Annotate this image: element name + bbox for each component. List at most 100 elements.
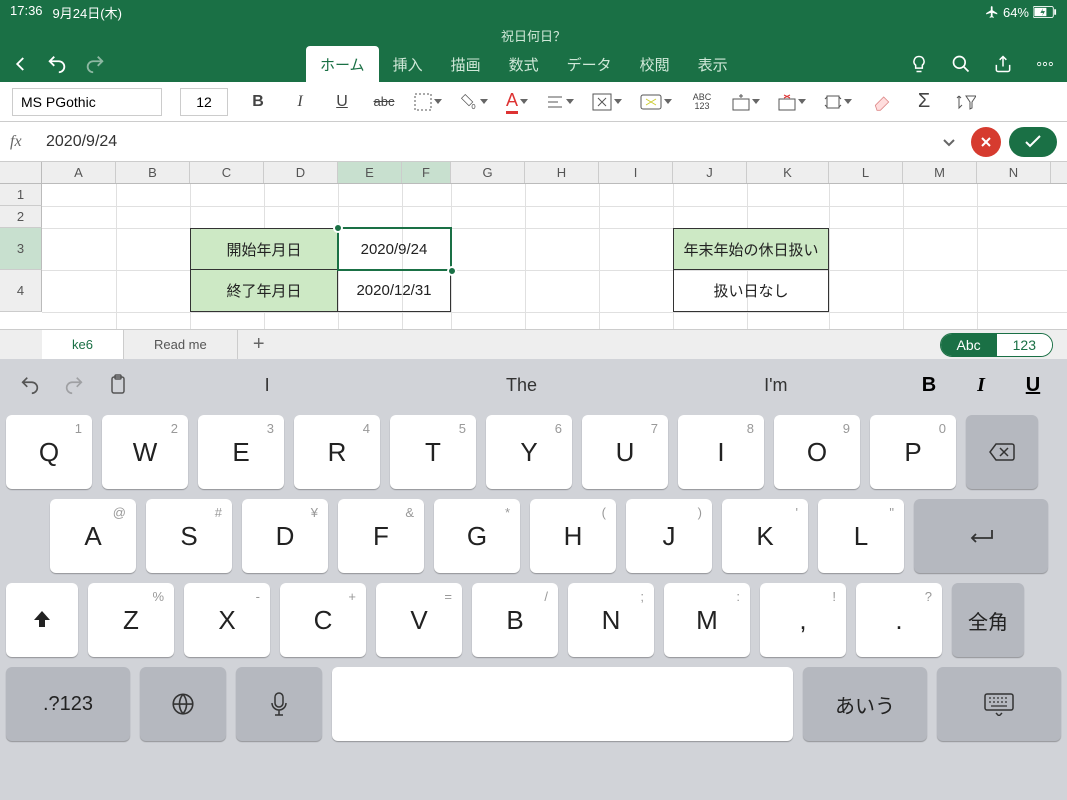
key-dismiss-keyboard[interactable] <box>937 667 1061 741</box>
key-shift[interactable] <box>6 583 78 657</box>
key-g[interactable]: *G <box>434 499 520 573</box>
suggestion-3[interactable]: I'm <box>655 375 897 396</box>
tab-home[interactable]: ホーム <box>306 46 379 83</box>
key-a[interactable]: @A <box>50 499 136 573</box>
key-space[interactable] <box>332 667 793 741</box>
key-mic[interactable] <box>236 667 322 741</box>
font-size-input[interactable]: 12 <box>180 88 228 116</box>
key-n[interactable]: ;N <box>568 583 654 657</box>
cell-c4[interactable]: 終了年月日 <box>190 270 338 312</box>
font-color-button[interactable]: A <box>506 90 528 114</box>
cell-j3[interactable]: 年末年始の休日扱い <box>673 228 829 270</box>
formula-input[interactable] <box>46 127 933 157</box>
font-name-input[interactable]: MS PGothic <box>12 88 162 116</box>
key-numsym[interactable]: .?123 <box>6 667 130 741</box>
key-r[interactable]: 4R <box>294 415 380 489</box>
key-h[interactable]: (H <box>530 499 616 573</box>
key-u[interactable]: 7U <box>582 415 668 489</box>
tab-draw[interactable]: 描画 <box>437 46 495 83</box>
row-header-1[interactable]: 1 <box>0 184 42 206</box>
key-l[interactable]: "L <box>818 499 904 573</box>
key-zenkaku[interactable]: 全角 <box>952 583 1024 657</box>
suggestion-1[interactable]: I <box>146 375 388 396</box>
strikethrough-button[interactable]: abc <box>372 90 396 114</box>
bold-button[interactable]: B <box>246 90 270 114</box>
back-icon[interactable] <box>12 55 30 73</box>
fill-color-button[interactable] <box>460 93 488 111</box>
share-icon[interactable] <box>993 54 1013 74</box>
more-icon[interactable] <box>1035 54 1055 74</box>
border-button[interactable] <box>414 93 442 111</box>
sheet-tab-ke6[interactable]: ke6 <box>42 330 124 359</box>
autosum-button[interactable]: Σ <box>912 90 936 114</box>
key-,[interactable]: !, <box>760 583 846 657</box>
search-icon[interactable] <box>951 54 971 74</box>
key-c[interactable]: +C <box>280 583 366 657</box>
key-e[interactable]: 3E <box>198 415 284 489</box>
key-m[interactable]: :M <box>664 583 750 657</box>
kb-undo-icon[interactable] <box>14 369 46 401</box>
col-header-b[interactable]: B <box>116 162 190 183</box>
italic-button[interactable]: I <box>288 90 312 114</box>
cell-e3[interactable]: 2020/9/24 <box>338 228 451 270</box>
key-b[interactable]: /B <box>472 583 558 657</box>
col-header-m[interactable]: M <box>903 162 977 183</box>
formula-confirm-button[interactable] <box>1009 127 1057 157</box>
key-j[interactable]: )J <box>626 499 712 573</box>
kb-italic[interactable]: I <box>961 374 1001 397</box>
key-backspace[interactable] <box>966 415 1038 489</box>
key-v[interactable]: =V <box>376 583 462 657</box>
sort-filter-button[interactable] <box>954 90 978 114</box>
sheet-tab-readme[interactable]: Read me <box>124 330 238 359</box>
key-d[interactable]: ¥D <box>242 499 328 573</box>
formula-expand-icon[interactable] <box>941 134 957 150</box>
col-header-i[interactable]: I <box>599 162 673 183</box>
col-header-j[interactable]: J <box>673 162 747 183</box>
key-w[interactable]: 2W <box>102 415 188 489</box>
tab-data[interactable]: データ <box>553 46 626 83</box>
col-header-n[interactable]: N <box>977 162 1051 183</box>
key-k[interactable]: 'K <box>722 499 808 573</box>
underline-button[interactable]: U <box>330 90 354 114</box>
cell-c3[interactable]: 開始年月日 <box>190 228 338 270</box>
key-s[interactable]: #S <box>146 499 232 573</box>
col-header-f[interactable]: F <box>402 162 451 183</box>
row-header-4[interactable]: 4 <box>0 270 42 312</box>
format-cells-button[interactable] <box>824 93 852 111</box>
delete-cells-button[interactable] <box>778 93 806 111</box>
keyboard-abc-mode[interactable]: Abc <box>941 334 997 356</box>
col-header-c[interactable]: C <box>190 162 264 183</box>
cell-j4[interactable]: 扱い日なし <box>673 270 829 312</box>
col-header-d[interactable]: D <box>264 162 338 183</box>
tab-review[interactable]: 校閲 <box>626 46 684 83</box>
key-i[interactable]: 8I <box>678 415 764 489</box>
formula-cancel-button[interactable] <box>971 127 1001 157</box>
undo-icon[interactable] <box>46 53 68 75</box>
key-z[interactable]: %Z <box>88 583 174 657</box>
row-header-3[interactable]: 3 <box>0 228 42 270</box>
col-header-g[interactable]: G <box>451 162 525 183</box>
redo-icon[interactable] <box>84 53 106 75</box>
kb-clipboard-icon[interactable] <box>102 369 134 401</box>
tab-formula[interactable]: 数式 <box>495 46 553 83</box>
key-y[interactable]: 6Y <box>486 415 572 489</box>
add-sheet-button[interactable]: + <box>238 330 280 359</box>
abc123-button[interactable]: ABC 123 <box>690 90 714 114</box>
col-header-l[interactable]: L <box>829 162 903 183</box>
key-x[interactable]: -X <box>184 583 270 657</box>
col-header-e[interactable]: E <box>338 162 402 183</box>
key-p[interactable]: 0P <box>870 415 956 489</box>
clear-button[interactable] <box>870 90 894 114</box>
tab-insert[interactable]: 挿入 <box>379 46 437 83</box>
cell-e4[interactable]: 2020/12/31 <box>338 270 451 312</box>
key-o[interactable]: 9O <box>774 415 860 489</box>
keyboard-123-mode[interactable]: 123 <box>997 334 1052 356</box>
key-q[interactable]: 1Q <box>6 415 92 489</box>
col-header-k[interactable]: K <box>747 162 829 183</box>
kb-redo-icon[interactable] <box>58 369 90 401</box>
kb-underline[interactable]: U <box>1013 374 1053 397</box>
kb-bold[interactable]: B <box>909 374 949 397</box>
keyboard-mode-toggle[interactable]: Abc 123 <box>940 333 1053 357</box>
select-all-corner[interactable] <box>0 162 42 183</box>
merge-button[interactable] <box>592 93 622 111</box>
